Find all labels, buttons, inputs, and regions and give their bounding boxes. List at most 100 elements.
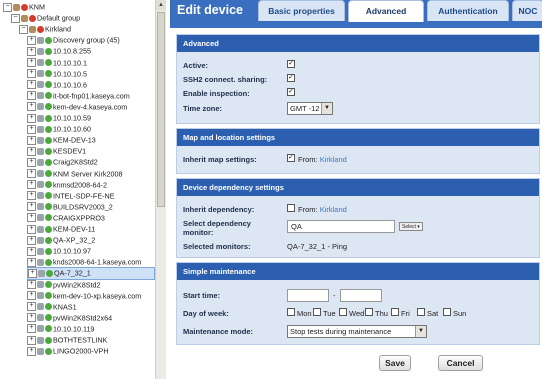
inherit-map-checkbox[interactable]: ✓: [287, 154, 295, 162]
expand-icon[interactable]: +: [27, 235, 36, 245]
tree-node[interactable]: + knds2008-64-1.kaseya.com: [27, 256, 141, 267]
tree-node[interactable]: + KNAS1: [27, 301, 77, 312]
day-checkbox[interactable]: [339, 308, 347, 316]
tab-authentication[interactable]: Authentication: [427, 0, 509, 21]
tree-node[interactable]: + CRAIGXPPRO3: [27, 212, 105, 223]
save-button[interactable]: Save: [379, 355, 411, 371]
active-checkbox[interactable]: ✓: [287, 60, 295, 68]
tree-node[interactable]: + kem-dev-10-xp.kaseya.com: [27, 290, 141, 301]
tree-node[interactable]: + QA-XP_32_2: [27, 234, 95, 245]
ok-status-icon: [45, 203, 52, 211]
kirkland-link[interactable]: Kirkland: [320, 155, 347, 164]
collapse-icon[interactable]: −: [19, 24, 28, 34]
tree-node[interactable]: + INTEL-SDP-FE-NE: [27, 190, 115, 201]
tab-basic-properties[interactable]: Basic properties: [258, 0, 345, 21]
tree-node[interactable]: + Craig2K8Std2: [27, 156, 98, 167]
day-checkbox[interactable]: [391, 308, 399, 316]
day-label: Mon: [297, 309, 312, 318]
tree-node[interactable]: + pvWin2K8Std2x64: [27, 312, 112, 323]
tree-node[interactable]: +10.10.10.5: [27, 68, 87, 79]
expand-icon[interactable]: +: [27, 169, 36, 179]
expand-icon[interactable]: +: [27, 35, 36, 45]
day-checkbox[interactable]: [313, 308, 321, 316]
expand-icon[interactable]: +: [27, 91, 36, 101]
tree-node[interactable]: − Default group: [11, 12, 80, 23]
tree-node[interactable]: + BOTHTESTLINK: [27, 334, 107, 345]
tree-node[interactable]: + pvWin2K8Std2: [27, 279, 101, 290]
dependency-monitor-input[interactable]: QA: [287, 220, 395, 233]
tree-node[interactable]: + BUILDSRV2003_2: [27, 201, 113, 212]
expand-icon[interactable]: +: [27, 280, 36, 290]
expand-icon[interactable]: +: [27, 213, 36, 223]
expand-icon[interactable]: +: [27, 157, 36, 167]
expand-icon[interactable]: +: [27, 135, 36, 145]
collapse-icon[interactable]: −: [3, 2, 12, 12]
day-checkbox[interactable]: [365, 308, 373, 316]
kirkland-link[interactable]: Kirkland: [320, 205, 347, 214]
day-checkbox[interactable]: [417, 308, 425, 316]
expand-icon[interactable]: +: [27, 58, 36, 68]
tree-node[interactable]: + Discovery group (45): [27, 34, 120, 45]
cancel-button[interactable]: Cancel: [438, 355, 483, 371]
expand-icon[interactable]: +: [27, 302, 36, 312]
tree-node[interactable]: +10.10.10.1: [27, 57, 87, 68]
tree-node[interactable]: +10.10.10.119: [27, 323, 94, 334]
expand-icon[interactable]: +: [27, 146, 36, 156]
ok-status-icon: [45, 170, 52, 178]
expand-icon[interactable]: +: [27, 124, 36, 134]
day-checkbox[interactable]: [287, 308, 295, 316]
expand-icon[interactable]: +: [27, 246, 36, 256]
expand-icon[interactable]: +: [27, 313, 36, 323]
scroll-up-arrow-icon[interactable]: ▲: [156, 0, 166, 10]
tree-node[interactable]: +10.10.10.6: [27, 79, 87, 90]
device-icon: [37, 247, 44, 255]
expand-icon[interactable]: +: [28, 268, 37, 278]
expand-icon[interactable]: +: [27, 180, 36, 190]
tree-node[interactable]: +10.10.8.255: [27, 45, 91, 56]
tree-node[interactable]: + KNM Server Kirk2008: [27, 168, 123, 179]
expand-icon[interactable]: +: [27, 80, 36, 90]
tree-scrollbar[interactable]: ▲: [155, 0, 166, 379]
expand-icon[interactable]: +: [27, 202, 36, 212]
tree-node[interactable]: + LINGO2000-VPH: [27, 345, 109, 356]
tab-advanced[interactable]: Advanced: [348, 0, 424, 22]
tree-node[interactable]: +10.10.10.59: [27, 112, 91, 123]
timezone-select[interactable]: GMT -12 ▼: [287, 102, 333, 115]
expand-icon[interactable]: +: [27, 102, 36, 112]
ssh2-checkbox[interactable]: ✓: [287, 74, 295, 82]
end-time-input[interactable]: [340, 289, 382, 302]
expand-icon[interactable]: +: [27, 224, 36, 234]
tree-node-label: CRAIGXPPRO3: [53, 213, 105, 223]
tab-noc[interactable]: NOC: [512, 0, 542, 21]
tree-node[interactable]: + KEM-DEV-11: [27, 223, 95, 234]
tree-node[interactable]: + knmsd2008-64-2: [27, 179, 107, 190]
start-time-input[interactable]: [287, 289, 329, 302]
selected-monitors-value: QA-7_32_1 - Ping: [287, 242, 348, 251]
tree-node[interactable]: − Kirkland: [19, 23, 71, 34]
tree-node[interactable]: − KNM: [3, 1, 45, 12]
day-checkbox[interactable]: [443, 308, 451, 316]
inspection-checkbox[interactable]: ✓: [287, 88, 295, 96]
collapse-icon[interactable]: −: [11, 13, 20, 23]
expand-icon[interactable]: +: [27, 257, 36, 267]
expand-icon[interactable]: +: [27, 291, 36, 301]
expand-icon[interactable]: +: [27, 69, 36, 79]
expand-icon[interactable]: +: [27, 335, 36, 345]
expand-icon[interactable]: +: [27, 191, 36, 201]
tree-node[interactable]: + KESDEV1: [27, 145, 86, 156]
tree-node[interactable]: + kem-dev-4.kaseya.com: [27, 101, 127, 112]
select-button[interactable]: Select ▾: [399, 222, 423, 231]
expand-icon[interactable]: +: [27, 324, 36, 334]
scroll-thumb[interactable]: [157, 12, 165, 207]
tree-node[interactable]: + KEM-DEV-13: [27, 134, 96, 145]
tree-node-label: Kirkland: [45, 24, 71, 34]
tree-node[interactable]: +10.10.10.97: [27, 245, 91, 256]
expand-icon[interactable]: +: [27, 346, 36, 356]
inherit-dependency-label: Inherit dependency:: [183, 205, 255, 214]
maintenance-mode-select[interactable]: Stop tests during maintenance ▼: [287, 325, 427, 338]
expand-icon[interactable]: +: [27, 46, 36, 56]
inherit-dependency-checkbox[interactable]: [287, 204, 295, 212]
expand-icon[interactable]: +: [27, 113, 36, 123]
tree-node[interactable]: + it-bot-fnp01.kaseya.com: [27, 90, 130, 101]
tree-node[interactable]: +10.10.10.60: [27, 123, 91, 134]
